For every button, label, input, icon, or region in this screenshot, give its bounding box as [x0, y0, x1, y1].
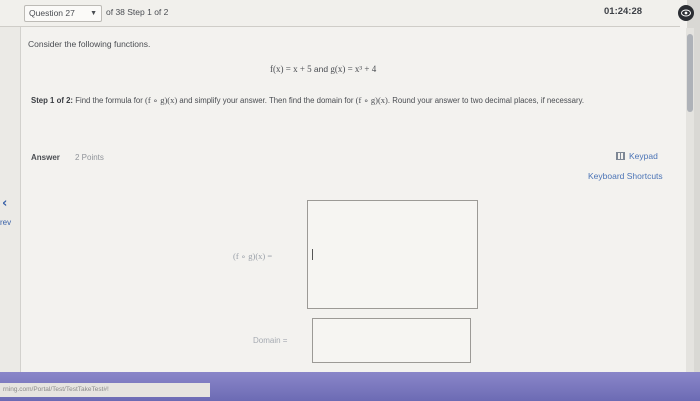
g-definition: g(x) = x³ + 4 — [330, 64, 377, 74]
keypad-icon — [616, 152, 625, 160]
chevron-left-icon: ‹ — [2, 196, 8, 211]
step-text-part2: and simplify your answer. Then find the … — [179, 96, 354, 105]
question-progress-text: of 38 Step 1 of 2 — [106, 7, 169, 17]
scrollbar[interactable] — [686, 28, 694, 372]
domain-answer-input[interactable] — [312, 318, 471, 363]
step-text-part3: . Round your answer to two decimal place… — [387, 96, 585, 105]
keyboard-shortcuts-link[interactable]: Keyboard Shortcuts — [588, 171, 663, 181]
question-panel — [20, 0, 687, 372]
previous-label: rev — [0, 218, 12, 227]
left-margin — [0, 0, 20, 372]
top-bar: Question 27 ▼ of 38 Step 1 of 2 01:24:28 — [0, 0, 694, 27]
step-text-part1: Find the formula for — [75, 96, 143, 105]
question-select[interactable]: Question 27 ▼ — [24, 5, 102, 22]
composition-math: (f ∘ g)(x) — [355, 95, 388, 105]
problem-prompt: Consider the following functions. — [28, 39, 151, 49]
keypad-button[interactable]: Keypad — [616, 151, 658, 161]
f-definition: f(x) = x + 5 — [270, 64, 312, 74]
scrollbar-thumb[interactable] — [687, 34, 693, 112]
function-definitions: f(x) = x + 5 and g(x) = x³ + 4 — [270, 64, 376, 74]
and-text: and — [313, 64, 329, 74]
keypad-label: Keypad — [629, 151, 658, 161]
answer-label: Answer — [31, 153, 60, 162]
domain-label: Domain = — [253, 336, 288, 345]
composition-answer-label: (f ∘ g)(x) = — [233, 251, 273, 261]
composition-math: (f ∘ g)(x) — [144, 95, 178, 105]
previous-question-button[interactable]: ‹ rev — [0, 196, 22, 236]
composition-answer-input[interactable] — [307, 200, 478, 309]
points-label: 2 Points — [75, 153, 104, 162]
timer: 01:24:28 — [604, 6, 643, 17]
hide-timer-button[interactable] — [678, 5, 694, 21]
eye-icon — [681, 9, 691, 17]
status-bar-url: rning.com/Portal/Test/TestTakeTest#! — [0, 383, 210, 397]
step-instructions: Step 1 of 2: Find the formula for (f ∘ g… — [31, 94, 661, 107]
question-select-value: Question 27 — [29, 8, 75, 18]
step-label: Step 1 of 2: — [31, 96, 74, 105]
text-cursor — [312, 249, 313, 260]
caret-down-icon: ▼ — [90, 10, 97, 17]
